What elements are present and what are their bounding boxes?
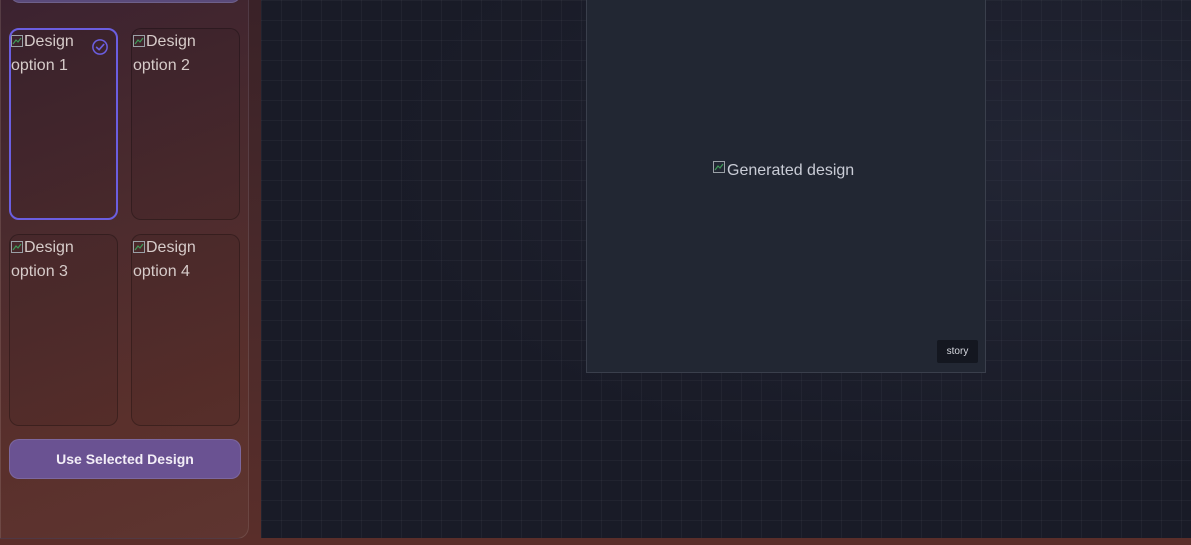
design-option-image: Design option 4 [133, 236, 213, 284]
generated-design-alt: Generated design [727, 162, 855, 179]
design-option-1[interactable]: Design option 1 [9, 28, 118, 220]
design-options-panel: Design option 1 Design option 2 Design o… [0, 0, 249, 539]
design-option-3[interactable]: Design option 3 [9, 234, 118, 426]
design-option-2[interactable]: Design option 2 [131, 28, 240, 220]
generated-design-image: Generated design [713, 160, 854, 182]
design-canvas[interactable]: Generated design story [261, 0, 1191, 538]
panel-top-control[interactable] [10, 0, 241, 3]
design-option-image: Design option 2 [133, 30, 213, 78]
broken-image-icon [133, 241, 145, 253]
broken-image-icon [133, 35, 145, 47]
broken-image-icon [11, 241, 23, 253]
generated-design-card[interactable]: Generated design story [586, 0, 986, 373]
design-option-image: Design option 1 [11, 30, 91, 78]
use-selected-design-button[interactable]: Use Selected Design [9, 439, 241, 479]
check-circle-icon [92, 39, 108, 55]
broken-image-icon [713, 161, 725, 173]
design-option-4[interactable]: Design option 4 [131, 234, 240, 426]
format-tag: story [937, 340, 978, 363]
design-option-image: Design option 3 [11, 236, 91, 284]
broken-image-icon [11, 35, 23, 47]
